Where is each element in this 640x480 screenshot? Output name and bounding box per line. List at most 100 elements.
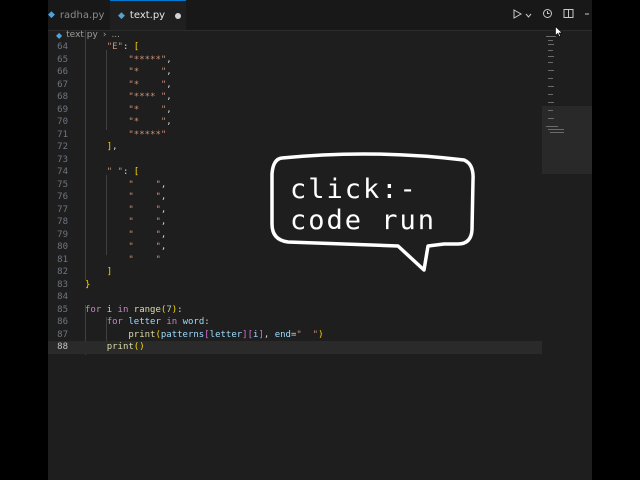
line-number: 65	[57, 54, 68, 65]
minimap-line	[548, 110, 553, 111]
minimap-line	[548, 70, 554, 71]
code-text: " ": [	[106, 167, 140, 177]
minimap-line	[548, 44, 554, 45]
code-line[interactable]: 65 "*****",	[48, 54, 542, 67]
breadcrumb-symbol[interactable]: ...	[111, 30, 120, 40]
line-number: 88	[57, 342, 68, 352]
code-text: " "	[128, 254, 161, 265]
editor-actions	[502, 0, 592, 30]
minimap-line	[548, 118, 554, 119]
minimap-line	[548, 40, 553, 41]
code-text: print(patterns[letter][i], end=" ")	[128, 329, 324, 340]
python-file-icon: ◆	[56, 30, 63, 40]
mouse-pointer-icon	[555, 26, 563, 38]
code-text: "*****"	[128, 129, 167, 140]
line-number: 87	[57, 329, 68, 340]
line-number: 79	[57, 229, 68, 240]
line-number: 83	[57, 279, 68, 290]
code-text: "* ",	[128, 117, 172, 127]
code-line[interactable]: 85 for i in range(7):	[48, 304, 542, 317]
code-text: " ",	[128, 242, 167, 252]
code-line[interactable]: 66 "* ",	[48, 66, 542, 79]
line-number: 74	[57, 167, 68, 177]
tab-label: text.py	[129, 10, 166, 21]
code-text: "* ",	[128, 67, 172, 77]
minimap-line	[548, 78, 553, 79]
code-line[interactable]: 86 for letter in word:	[48, 316, 542, 329]
code-text: "E": [	[106, 42, 140, 52]
code-text: "*****",	[128, 54, 172, 65]
code-text: " ",	[128, 229, 167, 240]
code-line[interactable]: 71 "*****"	[48, 129, 542, 142]
code-text: ],	[106, 142, 118, 152]
line-number: 72	[57, 142, 68, 152]
minimap-line	[546, 126, 558, 127]
minimap-line	[548, 56, 554, 57]
code-line[interactable]: 68 "**** ",	[48, 91, 542, 104]
code-text: " ",	[128, 204, 167, 215]
code-text: "**** ",	[128, 92, 172, 102]
code-line[interactable]: 84	[48, 291, 542, 304]
line-number: 81	[57, 254, 68, 265]
code-line[interactable]: 69 "* ",	[48, 104, 542, 117]
line-number: 64	[57, 42, 68, 52]
minimap-line	[548, 94, 553, 95]
chevron-down-icon[interactable]	[525, 9, 532, 22]
line-number: 86	[57, 317, 68, 327]
callout-line-2: code run	[290, 205, 437, 236]
tab-bar: ◆ radha.py ◆ text.py	[48, 0, 592, 31]
code-line[interactable]: 83}	[48, 279, 542, 292]
line-number: 66	[57, 67, 68, 77]
code-text: " ",	[128, 192, 167, 202]
line-number: 80	[57, 242, 68, 252]
code-text: print()	[106, 342, 145, 352]
tab-label: radha.py	[59, 9, 105, 21]
line-number: 69	[57, 104, 68, 115]
minimap-line	[548, 129, 564, 130]
code-text: " ",	[128, 179, 167, 190]
code-text: ]	[106, 267, 113, 277]
breadcrumb-file[interactable]: text.py	[66, 30, 98, 40]
minimap-line	[548, 102, 554, 103]
minimap[interactable]	[542, 30, 592, 480]
code-text: for i in range(7):	[85, 304, 183, 315]
python-file-icon: ◆	[118, 10, 125, 21]
breadcrumb-separator: ›	[102, 30, 107, 40]
minimap-line	[548, 62, 553, 63]
python-file-icon: ◆	[48, 10, 55, 20]
line-number: 84	[57, 292, 68, 302]
breadcrumb: ◆ text.py › ...	[56, 28, 120, 42]
code-line[interactable]: 64 "E": [	[48, 41, 542, 54]
tab-radha[interactable]: ◆ radha.py	[48, 0, 106, 30]
line-number: 75	[57, 179, 68, 190]
code-line[interactable]: 70 "* ",	[48, 116, 542, 129]
minimap-line	[550, 132, 564, 133]
line-number: 82	[57, 267, 68, 277]
line-number: 76	[57, 192, 68, 202]
line-number: 73	[57, 154, 68, 165]
split-editor-icon[interactable]	[563, 8, 574, 22]
code-text: }	[85, 279, 91, 290]
code-line[interactable]: 67 "* ",	[48, 79, 542, 92]
code-text: "* ",	[128, 104, 172, 115]
history-icon[interactable]	[542, 8, 553, 22]
callout-line-1: click:-	[290, 174, 418, 205]
code-text: " ",	[128, 217, 167, 227]
line-number: 67	[57, 79, 68, 90]
unsaved-dot-icon[interactable]	[175, 12, 182, 19]
code-text: for letter in word:	[106, 317, 210, 327]
line-number: 71	[57, 129, 68, 140]
code-line[interactable]: 87 print(patterns[letter][i], end=" ")	[48, 329, 542, 342]
line-number: 70	[57, 117, 68, 127]
minimap-line	[548, 86, 554, 87]
line-number: 85	[57, 304, 68, 315]
line-number: 78	[57, 217, 68, 227]
run-icon[interactable]	[512, 8, 523, 22]
code-text: "* ",	[128, 79, 172, 90]
minimap-line	[548, 50, 553, 51]
line-number: 77	[57, 204, 68, 215]
minimap-slider[interactable]	[542, 106, 592, 174]
tab-text[interactable]: ◆ text.py	[110, 0, 186, 30]
code-line[interactable]: 88 print()	[48, 341, 542, 354]
more-icon[interactable]	[584, 9, 590, 22]
